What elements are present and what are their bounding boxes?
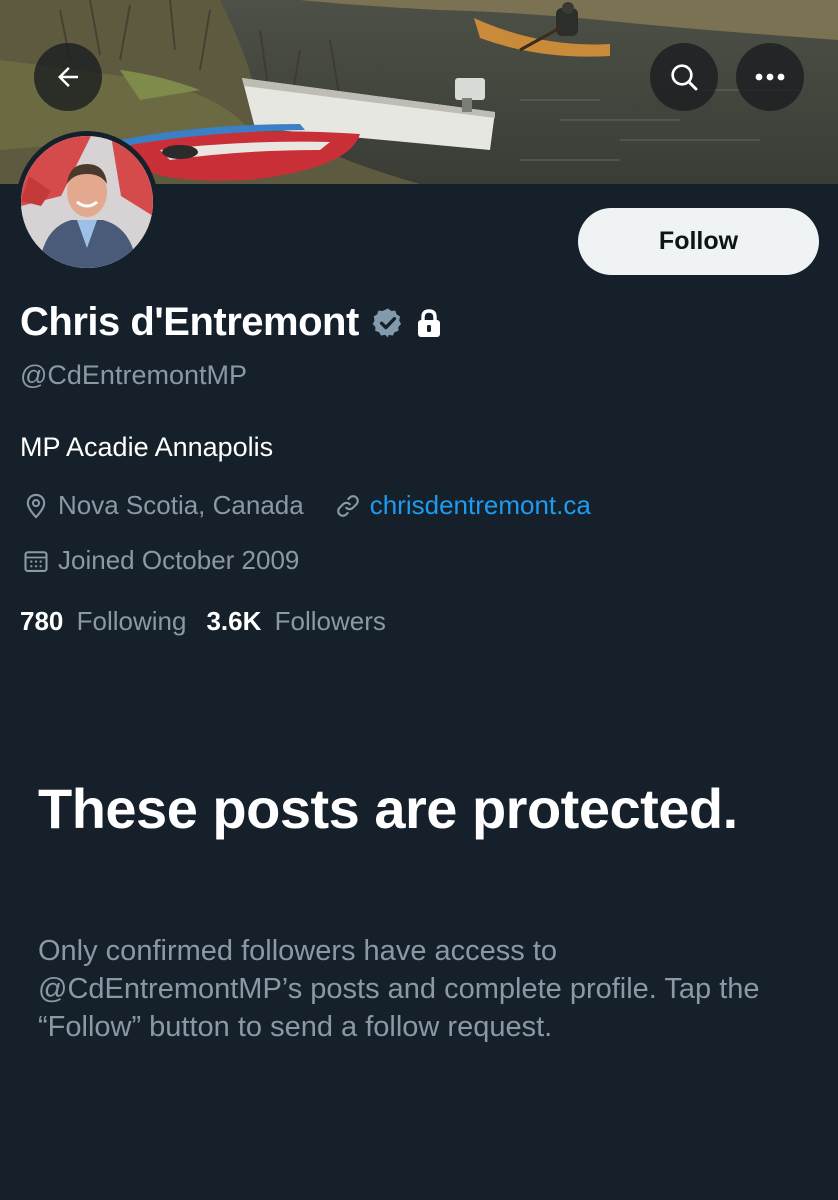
follow-button[interactable]: Follow — [578, 208, 819, 275]
following-link[interactable]: 780 Following — [20, 606, 186, 637]
following-count: 780 — [20, 606, 64, 636]
link-icon — [334, 492, 362, 520]
followers-link[interactable]: 3.6K Followers — [206, 606, 385, 637]
display-name: Chris d'Entremont — [20, 300, 359, 344]
location-pin-icon — [22, 492, 50, 520]
protected-posts-title: These posts are protected. — [38, 777, 738, 840]
profile-stats: 780 Following 3.6K Followers — [20, 606, 386, 637]
followers-count: 3.6K — [206, 606, 262, 636]
profile-handle: @CdEntremontMP — [20, 360, 247, 390]
arrow-left-icon — [58, 67, 78, 87]
more-options-button[interactable] — [736, 43, 804, 111]
profile-website-link[interactable]: chrisdentremont.ca — [370, 490, 591, 521]
search-button[interactable] — [650, 43, 718, 111]
lock-icon — [415, 307, 443, 339]
profile-name-row: Chris d'Entremont — [20, 300, 443, 345]
profile-location: Nova Scotia, Canada — [58, 490, 304, 520]
avatar-photo — [21, 136, 153, 268]
back-button[interactable] — [34, 43, 102, 111]
profile-joined-date: Joined October 2009 — [58, 545, 300, 575]
calendar-icon — [22, 547, 50, 575]
followers-label: Followers — [274, 606, 386, 636]
verified-badge-icon[interactable] — [371, 306, 405, 340]
search-icon — [671, 64, 698, 91]
profile-avatar[interactable] — [16, 131, 158, 273]
profile-bio: MP Acadie Annapolis — [20, 432, 274, 462]
profile-meta-row: Nova Scotia, Canada chrisdentremont.ca — [22, 490, 591, 521]
profile-joined-row: Joined October 2009 — [22, 545, 299, 576]
protected-posts-description: Only confirmed followers have access to … — [38, 935, 760, 1043]
more-horizontal-icon — [755, 73, 785, 81]
following-label: Following — [76, 606, 187, 636]
